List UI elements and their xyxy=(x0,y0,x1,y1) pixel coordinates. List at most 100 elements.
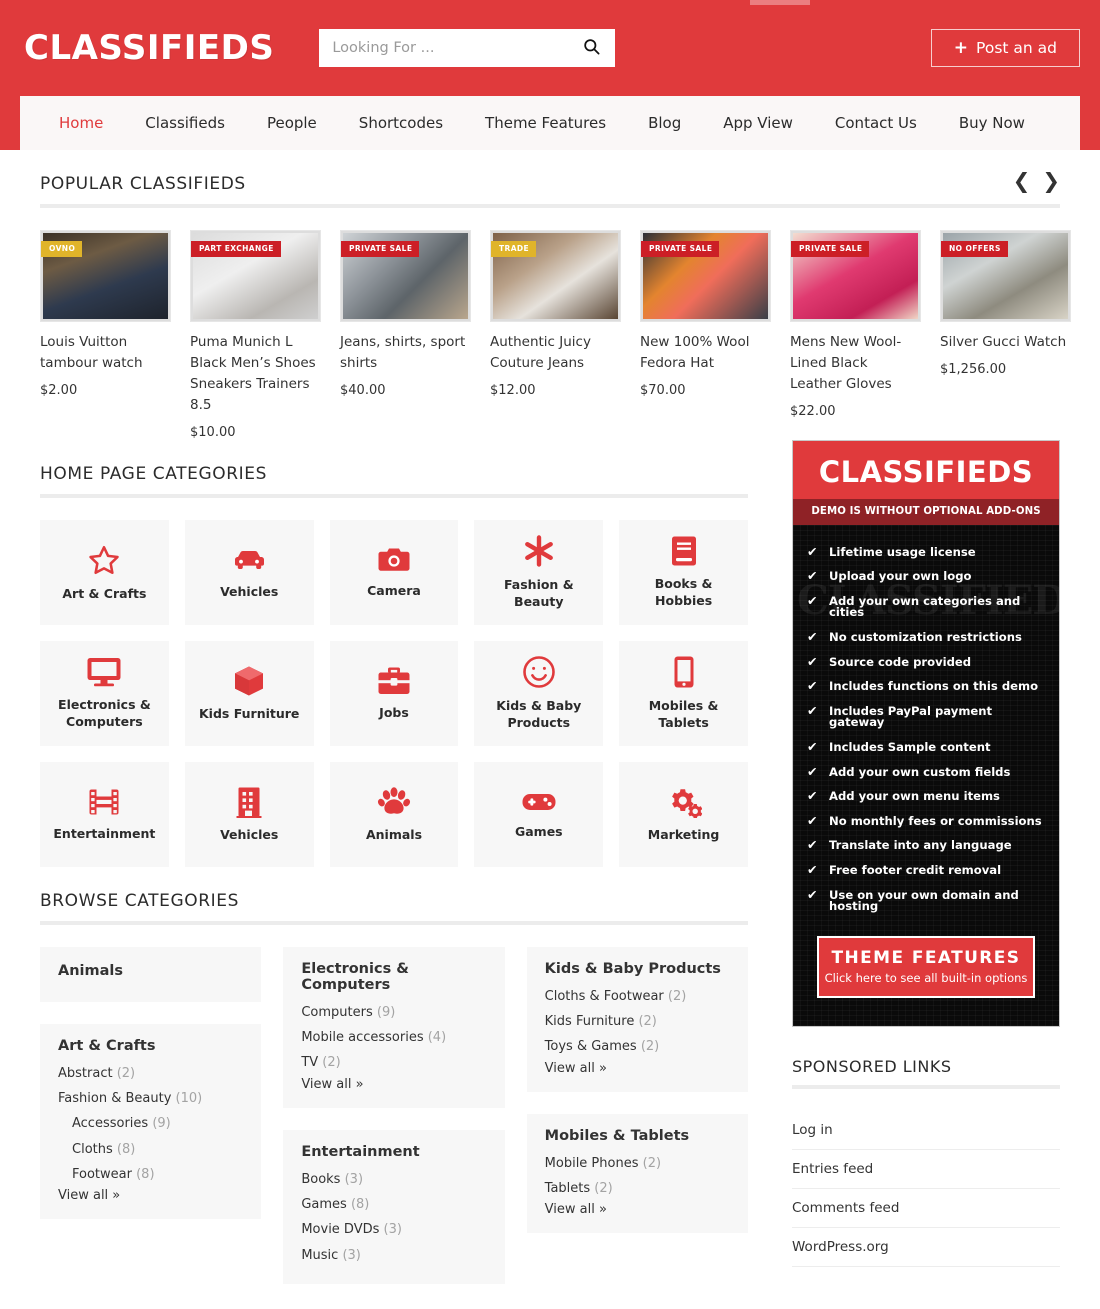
category-tile-label: Mobiles & Tablets xyxy=(648,698,719,730)
phone-icon xyxy=(673,655,695,689)
search-input[interactable] xyxy=(320,30,569,66)
browse-subcategory-item[interactable]: Footwear (8) xyxy=(58,1162,243,1187)
category-tile-books-hobbies[interactable]: Books & Hobbies xyxy=(619,519,748,625)
browse-subcategory-item[interactable]: Cloths & Footwear (2) xyxy=(545,984,730,1009)
browse-subcategory-item[interactable]: TV (2) xyxy=(301,1050,486,1075)
category-tile-vehicles[interactable]: Vehicles xyxy=(184,519,314,625)
chevron-right-icon[interactable]: ❯ xyxy=(1042,171,1060,192)
product-title[interactable]: Authentic Juicy Couture Jeans xyxy=(490,332,621,374)
product-title[interactable]: Silver Gucci Watch xyxy=(940,332,1071,353)
product-thumbnail[interactable]: OVNO xyxy=(40,230,171,322)
product-card[interactable]: PART EXCHANGE Puma Munich L Black Men’s S… xyxy=(190,230,321,440)
sponsored-link[interactable]: Comments feed xyxy=(792,1200,899,1216)
product-thumbnail[interactable]: PRIVATE SALE xyxy=(640,230,771,322)
browse-subcategory-item[interactable]: Toys & Games (2) xyxy=(545,1034,730,1059)
category-tile-mobiles-tablets[interactable]: Mobiles & Tablets xyxy=(619,640,748,746)
browse-subcategory-item[interactable]: Computers (9) xyxy=(301,1000,486,1025)
browse-category-title[interactable]: Mobiles & Tablets xyxy=(545,1128,730,1144)
nav-item-people[interactable]: People xyxy=(246,96,338,150)
category-tile-jobs[interactable]: Jobs xyxy=(329,640,459,746)
product-card[interactable]: NO OFFERS Silver Gucci Watch $1,256.00 xyxy=(940,230,1071,440)
browse-subcategory-item[interactable]: Fashion & Beauty (10) xyxy=(58,1086,243,1111)
browse-subcategory-item[interactable]: Kids Furniture (2) xyxy=(545,1009,730,1034)
browse-subcategory-item[interactable]: Abstract (2) xyxy=(58,1061,243,1086)
check-icon: ✔ xyxy=(807,653,818,669)
nav-item-classifieds[interactable]: Classifieds xyxy=(124,96,246,150)
sponsored-link-item[interactable]: Log in xyxy=(792,1111,1060,1150)
nav-item-shortcodes[interactable]: Shortcodes xyxy=(338,96,464,150)
browse-view-all-link[interactable]: View all » xyxy=(58,1188,243,1203)
product-badge: NO OFFERS xyxy=(941,241,1008,257)
browse-view-all-link[interactable]: View all » xyxy=(545,1202,730,1217)
browse-subcategory-item[interactable]: Tablets (2) xyxy=(545,1176,730,1201)
browse-category-title[interactable]: Kids & Baby Products xyxy=(545,961,730,977)
product-title[interactable]: Jeans, shirts, sport shirts xyxy=(340,332,471,374)
home-categories-heading: HOME PAGE CATEGORIES xyxy=(40,463,268,484)
theme-features-button[interactable]: THEME FEATURES Click here to see all bui… xyxy=(817,935,1035,998)
product-card[interactable]: OVNO Louis Vuitton tambour watch $2.00 xyxy=(40,230,171,440)
browse-subcategory-item[interactable]: Cloths (8) xyxy=(58,1137,243,1162)
browse-subcategory-item[interactable]: Mobile accessories (4) xyxy=(301,1025,486,1050)
category-tile-marketing[interactable]: Marketing xyxy=(619,761,748,867)
sidebar-ad-banner[interactable]: CLASSIFIEDS DEMO IS WITHOUT OPTIONAL ADD… xyxy=(792,439,1060,1027)
nav-item-app-view[interactable]: App View xyxy=(702,96,814,150)
chevron-left-icon[interactable]: ❮ xyxy=(1013,171,1031,192)
sponsored-link[interactable]: WordPress.org xyxy=(792,1239,889,1255)
search-box[interactable] xyxy=(319,29,616,67)
browse-subcategory-item[interactable]: Mobile Phones (2) xyxy=(545,1151,730,1176)
browse-view-all-link[interactable]: View all » xyxy=(545,1061,730,1076)
browse-subcategory-item[interactable]: Games (8) xyxy=(301,1192,486,1217)
category-tile-fashion-beauty[interactable]: Fashion & Beauty xyxy=(474,519,604,625)
sponsored-link-item[interactable]: Entries feed xyxy=(792,1150,1060,1189)
category-tile-games[interactable]: Games xyxy=(474,761,604,867)
category-tile-entertainment[interactable]: Entertainment xyxy=(40,761,169,867)
product-title[interactable]: Mens New Wool-Lined Black Leather Gloves xyxy=(790,332,921,395)
ad-logo: CLASSIFIEDS xyxy=(818,454,1034,489)
product-card[interactable]: PRIVATE SALE New 100% Wool Fedora Hat $70.… xyxy=(640,230,771,440)
product-thumbnail[interactable]: PRIVATE SALE xyxy=(340,230,471,322)
category-tile-animals[interactable]: Animals xyxy=(329,761,459,867)
category-tile-electronics-computers[interactable]: Electronics & Computers xyxy=(40,640,169,746)
nav-item-buy-now[interactable]: Buy Now xyxy=(938,96,1046,150)
category-tile-vehicles[interactable]: Vehicles xyxy=(184,761,314,867)
product-thumbnail[interactable]: TRADE xyxy=(490,230,621,322)
product-title[interactable]: Louis Vuitton tambour watch xyxy=(40,332,171,374)
sponsored-link[interactable]: Entries feed xyxy=(792,1161,873,1177)
product-card[interactable]: PRIVATE SALE Jeans, shirts, sport shirts $… xyxy=(340,230,471,440)
category-tile-label: Entertainment xyxy=(53,825,156,841)
category-tile-kids-baby-products[interactable]: Kids & Baby Products xyxy=(474,640,604,746)
category-tile-camera[interactable]: Camera xyxy=(329,519,459,625)
browse-subcategory-item[interactable]: Accessories (9) xyxy=(58,1111,243,1136)
browse-category-title[interactable]: Art & Crafts xyxy=(58,1038,243,1054)
browse-category-title[interactable]: Electronics & Computers xyxy=(301,961,486,993)
browse-category-title[interactable]: Entertainment xyxy=(301,1144,486,1160)
product-thumbnail[interactable]: PART EXCHANGE xyxy=(190,230,321,322)
browse-subcategory-label: Mobile accessories xyxy=(301,1030,424,1046)
nav-item-home[interactable]: Home xyxy=(38,96,124,150)
site-logo[interactable]: CLASSIFIEDS xyxy=(24,28,274,68)
product-title[interactable]: New 100% Wool Fedora Hat xyxy=(640,332,771,374)
category-tile-art-crafts[interactable]: Art & Crafts xyxy=(40,519,169,625)
product-card[interactable]: PRIVATE SALE Mens New Wool-Lined Black Le… xyxy=(790,230,921,440)
browse-subcategory-item[interactable]: Books (3) xyxy=(301,1167,486,1192)
nav-item-theme-features[interactable]: Theme Features xyxy=(464,96,627,150)
search-button[interactable] xyxy=(568,30,614,66)
main-nav-bar: Home Classifieds People Shortcodes Theme Fea… xyxy=(0,96,1100,150)
sponsored-link[interactable]: Log in xyxy=(792,1122,833,1138)
browse-subcategory-label: TV xyxy=(301,1055,319,1071)
product-title[interactable]: Puma Munich L Black Men’s Shoes Sneakers… xyxy=(190,332,321,416)
product-card[interactable]: TRADE Authentic Juicy Couture Jeans $12.00 xyxy=(490,230,621,440)
browse-category-title[interactable]: Animals xyxy=(58,963,243,979)
category-tile-kids-furniture[interactable]: Kids Furniture xyxy=(184,640,314,746)
category-tile-label: Kids Furniture xyxy=(199,705,300,721)
browse-view-all-link[interactable]: View all » xyxy=(301,1077,486,1092)
sponsored-link-item[interactable]: WordPress.org xyxy=(792,1228,1060,1267)
nav-item-contact-us[interactable]: Contact Us xyxy=(814,96,938,150)
browse-subcategory-item[interactable]: Movie DVDs (3) xyxy=(301,1217,486,1242)
nav-item-blog[interactable]: Blog xyxy=(627,96,702,150)
browse-subcategory-item[interactable]: Music (3) xyxy=(301,1243,486,1268)
post-ad-button[interactable]: + Post an ad xyxy=(930,29,1080,67)
product-thumbnail[interactable]: PRIVATE SALE xyxy=(790,230,921,322)
sponsored-link-item[interactable]: Comments feed xyxy=(792,1189,1060,1228)
product-thumbnail[interactable]: NO OFFERS xyxy=(940,230,1071,322)
